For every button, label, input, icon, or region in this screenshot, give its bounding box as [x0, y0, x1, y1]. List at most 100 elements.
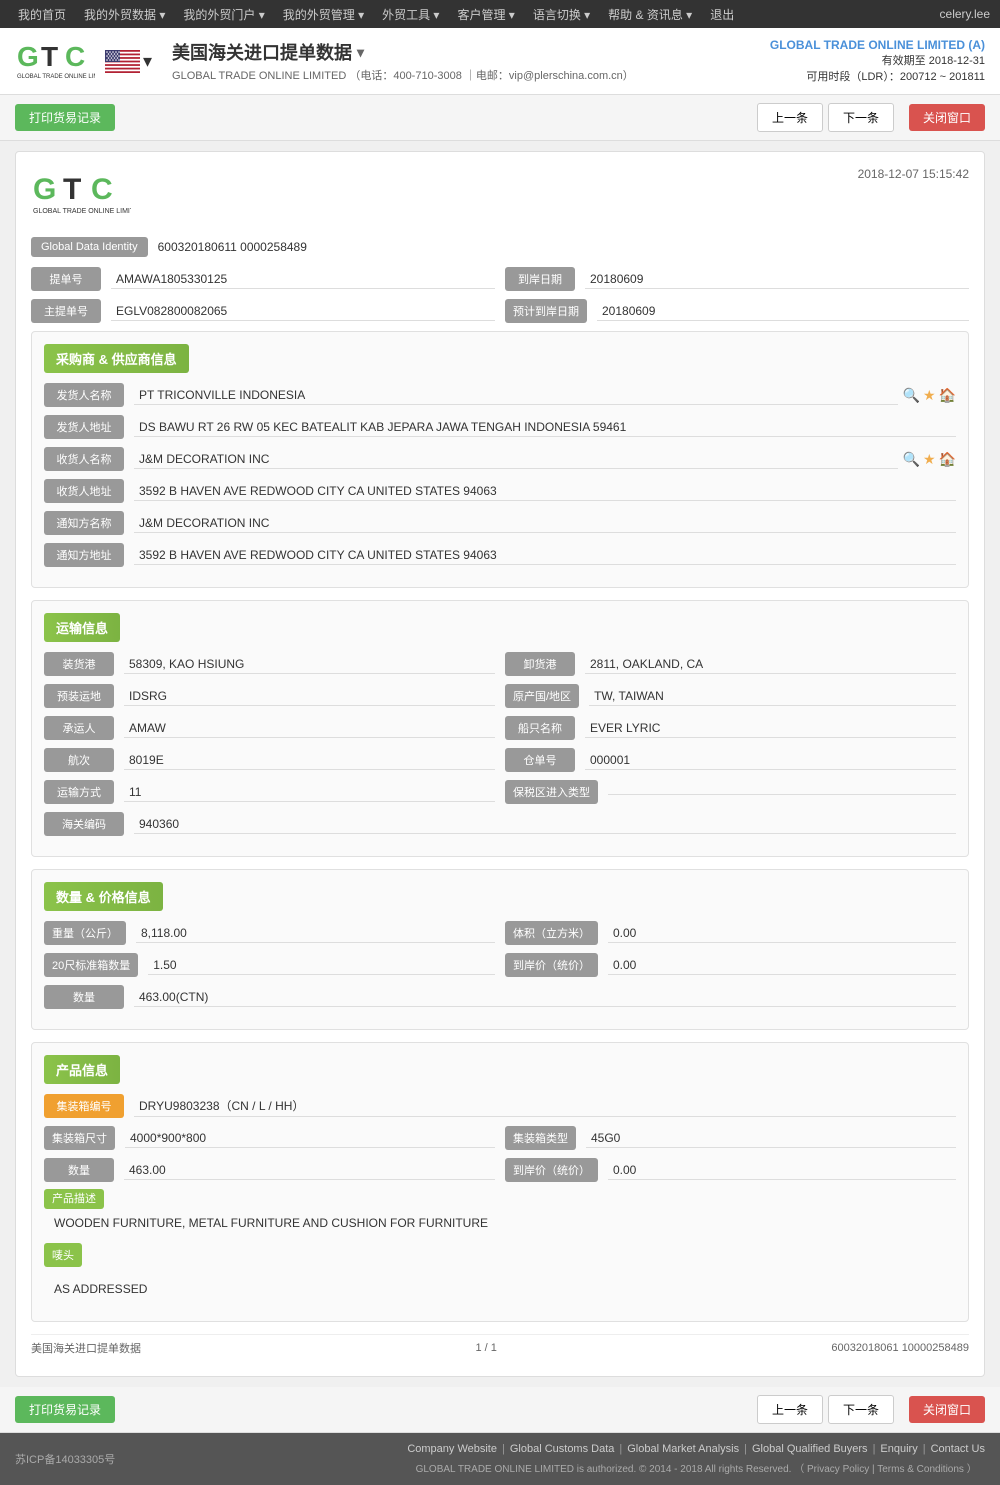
svg-text:T: T — [41, 41, 58, 72]
nav-tools[interactable]: 外贸工具 ▾ — [374, 2, 447, 27]
voyage-label: 航次 — [44, 748, 114, 772]
footer-bottom: 苏ICP备14033305号 Company Website | Global … — [15, 1443, 985, 1475]
load-port-label: 装货港 — [44, 652, 114, 676]
top-navigation: 我的首页 我的外贸数据 ▾ 我的外贸门户 ▾ 我的外贸管理 ▾ 外贸工具 ▾ 客… — [0, 0, 1000, 28]
container-size-label: 集装箱尺寸 — [44, 1126, 115, 1150]
global-data-id-value: 600320180611 0000258489 — [158, 240, 307, 254]
hs-code-value: 940360 — [134, 815, 956, 834]
product-desc-value: WOODEN FURNITURE, METAL FURNITURE AND CU… — [44, 1211, 956, 1235]
record-page: 1 / 1 — [475, 1342, 496, 1354]
shipper-addr-row: 发货人地址 DS BAWU RT 26 RW 05 KEC BATEALIT K… — [44, 415, 956, 439]
bill-no-label: 提单号 — [31, 267, 101, 291]
teu-value: 1.50 — [148, 956, 495, 975]
next-button-bottom[interactable]: 下一条 — [828, 1395, 894, 1424]
hs-code-row: 海关编码 940360 — [44, 812, 956, 836]
footer-link-company[interactable]: Company Website — [407, 1443, 497, 1455]
prev-button-top[interactable]: 上一条 — [757, 103, 823, 132]
preload-value: IDSRG — [124, 687, 495, 706]
consignee-search-icon[interactable]: 🔍 — [903, 451, 920, 468]
footer-link-enquiry[interactable]: Enquiry — [880, 1443, 917, 1455]
flag-area: ▾ — [105, 50, 152, 73]
origin-label: 原产国/地区 — [505, 684, 579, 708]
vessel-value: EVER LYRIC — [585, 719, 956, 738]
prod-qty-price-row: 数量 463.00 到岸价（统价） 0.00 — [44, 1158, 956, 1182]
close-button-bottom[interactable]: 关闭窗口 — [909, 1396, 985, 1423]
us-flag-icon — [105, 50, 140, 73]
container-size-value: 4000*900*800 — [125, 1129, 495, 1148]
qty-value: 463.00(CTN) — [134, 988, 956, 1007]
carrier-col: 承运人 AMAW — [44, 716, 495, 740]
title-area: 美国海关进口提单数据 ▾ GLOBAL TRADE ONLINE LIMITED… — [172, 39, 770, 83]
print-button-top[interactable]: 打印货易记录 — [15, 104, 115, 131]
bonded-value — [608, 790, 956, 795]
container-type-value: 45G0 — [586, 1129, 956, 1148]
qty-row: 数量 463.00(CTN) — [44, 985, 956, 1009]
footer-links-area: Company Website | Global Customs Data | … — [407, 1443, 985, 1475]
shipper-name-label: 发货人名称 — [44, 383, 124, 407]
master-bill-row: 主提单号 EGLV082800082065 预计到岸日期 20180609 — [31, 299, 969, 323]
company-name: GLOBAL TRADE ONLINE LIMITED — [172, 70, 346, 82]
nav-logout[interactable]: 退出 — [702, 2, 742, 27]
shipper-home-icon[interactable]: 🏠 — [939, 387, 956, 404]
svg-text:G: G — [17, 41, 39, 72]
prev-button-bottom[interactable]: 上一条 — [757, 1395, 823, 1424]
page-header: G T C GLOBAL TRADE ONLINE LIMITED — [0, 28, 1000, 95]
bill-no-value: AMAWA1805330125 — [111, 270, 495, 289]
record-datetime: 2018-12-07 15:15:42 — [858, 167, 969, 181]
volume-value: 0.00 — [608, 924, 956, 943]
consignee-name-row: 收货人名称 J&M DECORATION INC 🔍 ★ 🏠 — [44, 447, 956, 471]
svg-text:GLOBAL TRADE ONLINE LIMITED: GLOBAL TRADE ONLINE LIMITED — [33, 208, 131, 215]
nav-crm[interactable]: 客户管理 ▾ — [449, 2, 522, 27]
record-source: 美国海关进口提单数据 — [31, 1340, 141, 1356]
footer-link-contact[interactable]: Contact Us — [931, 1443, 985, 1455]
consignee-home-icon[interactable]: 🏠 — [939, 451, 956, 468]
shipper-search-icon[interactable]: 🔍 — [903, 387, 920, 404]
nav-manage[interactable]: 我的外贸管理 ▾ — [275, 2, 372, 27]
toolbar-bottom: 打印货易记录 上一条 下一条 关闭窗口 — [0, 1387, 1000, 1433]
flag-dropdown-icon[interactable]: ▾ — [143, 51, 152, 72]
transport-bonded-row: 运输方式 11 保税区进入类型 — [44, 780, 956, 804]
master-bill-label: 主提单号 — [31, 299, 101, 323]
voyage-manifest-row: 航次 8019E 仓单号 000001 — [44, 748, 956, 772]
next-button-top[interactable]: 下一条 — [828, 103, 894, 132]
prod-qty-label: 数量 — [44, 1158, 114, 1182]
nav-trade-data[interactable]: 我的外贸数据 ▾ — [76, 2, 173, 27]
unload-port-label: 卸货港 — [505, 652, 575, 676]
footer-link-market[interactable]: Global Market Analysis — [627, 1443, 739, 1455]
nav-language[interactable]: 语言切换 ▾ — [525, 2, 598, 27]
transport-header: 运输信息 — [44, 613, 120, 642]
consignee-star-icon[interactable]: ★ — [923, 451, 936, 468]
page-title: 美国海关进口提单数据 ▾ — [172, 39, 770, 65]
teu-price-row: 20尺标准箱数量 1.50 到岸价（统价） 0.00 — [44, 953, 956, 977]
close-button-top[interactable]: 关闭窗口 — [909, 104, 985, 131]
consignee-name-value: J&M DECORATION INC — [134, 450, 898, 469]
prod-qty-value: 463.00 — [124, 1161, 495, 1180]
global-data-id-row: Global Data Identity 600320180611 000025… — [31, 237, 969, 257]
origin-value: TW, TAIWAN — [589, 687, 956, 706]
voyage-value: 8019E — [124, 751, 495, 770]
shipper-name-value: PT TRICONVILLE INDONESIA — [134, 386, 898, 405]
nav-help[interactable]: 帮助 & 资讯息 ▾ — [600, 2, 700, 27]
nav-home[interactable]: 我的首页 — [10, 2, 74, 27]
svg-text:C: C — [65, 41, 85, 72]
record-id: 60032018061 10000258489 — [831, 1342, 969, 1354]
transport-mode-value: 11 — [124, 783, 495, 802]
title-text: 美国海关进口提单数据 — [172, 39, 352, 65]
card-logo: G T C GLOBAL TRADE ONLINE LIMITED — [31, 167, 131, 222]
nav-buttons-bottom: 上一条 下一条 关闭窗口 — [757, 1395, 985, 1424]
print-button-bottom[interactable]: 打印货易记录 — [15, 1396, 115, 1423]
shipper-addr-label: 发货人地址 — [44, 415, 124, 439]
footer-link-customs[interactable]: Global Customs Data — [510, 1443, 615, 1455]
nav-portal[interactable]: 我的外贸门户 ▾ — [175, 2, 272, 27]
title-dropdown-icon[interactable]: ▾ — [357, 44, 364, 61]
bonded-label: 保税区进入类型 — [505, 780, 598, 804]
transport-section: 运输信息 装货港 58309, KAO HSIUNG 卸货港 2811, OAK… — [31, 600, 969, 857]
card-header: G T C GLOBAL TRADE ONLINE LIMITED 2018-1… — [31, 167, 969, 222]
container-type-label: 集装箱类型 — [505, 1126, 576, 1150]
shipper-star-icon[interactable]: ★ — [923, 387, 936, 404]
vessel-col: 船只名称 EVER LYRIC — [505, 716, 956, 740]
footer-link-buyers[interactable]: Global Qualified Buyers — [752, 1443, 868, 1455]
notify-addr-row: 通知方地址 3592 B HAVEN AVE REDWOOD CITY CA U… — [44, 543, 956, 567]
nav-username: celery.lee — [940, 7, 990, 21]
unit-price-col: 到岸价（统价） 0.00 — [505, 953, 956, 977]
